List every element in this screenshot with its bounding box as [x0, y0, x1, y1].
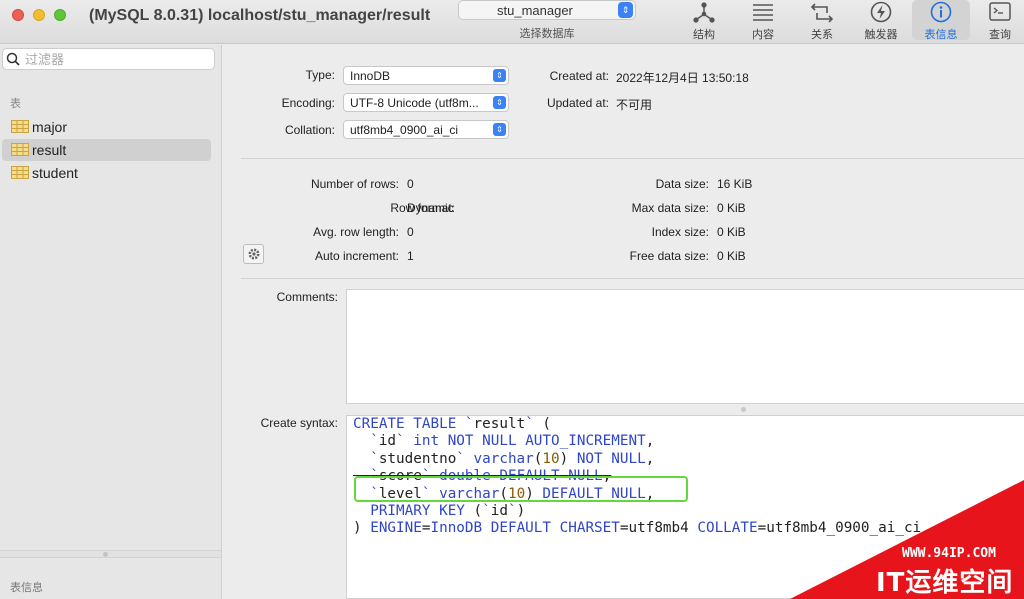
encoding-label: Encoding: [281, 96, 335, 110]
info-icon [912, 1, 970, 25]
toolbar-relations-label: 关系 [811, 29, 833, 41]
toolbar-structure-button[interactable]: 结构 [675, 0, 733, 41]
window-title: (MySQL 8.0.31) localhost/stu_manager/res… [89, 7, 431, 24]
gear-button[interactable] [243, 244, 264, 264]
table-item-name: major [32, 119, 68, 135]
comments-textarea[interactable] [346, 289, 1024, 404]
created-at-label: Created at: [549, 69, 609, 83]
encoding-select[interactable]: UTF-8 Unicode (utf8m... ⇕ [343, 93, 509, 112]
chevron-updown-icon: ⇕ [493, 123, 506, 136]
toolbar-relations-button[interactable]: 关系 [793, 0, 851, 41]
toolbar-query-label: 查询 [989, 29, 1011, 41]
table-item-student[interactable]: student [2, 162, 211, 184]
watermark-name: IT运维空间 [876, 568, 1014, 598]
toolbar-structure-label: 结构 [693, 29, 715, 41]
window-titlebar: (MySQL 8.0.31) localhost/stu_manager/res… [0, 0, 1024, 44]
minimize-window-button[interactable] [33, 9, 45, 21]
filter-field[interactable] [2, 48, 215, 70]
section-divider [241, 158, 1024, 159]
search-icon [6, 52, 20, 69]
table-icon [11, 120, 29, 136]
table-icon [11, 166, 29, 182]
zoom-window-button[interactable] [54, 9, 66, 21]
toolbar-triggers-button[interactable]: 触发器 [852, 0, 910, 41]
collation-label: Collation: [284, 123, 335, 137]
chevron-updown-icon: ⇕ [618, 2, 633, 18]
table-icon [11, 143, 29, 159]
tables-section-title: 表 [10, 98, 21, 110]
split-handle-dot[interactable] [741, 407, 746, 412]
gear-icon [248, 248, 259, 260]
toolbar-query-button[interactable]: 查询 [971, 0, 1024, 41]
comments-label: Comments: [276, 290, 338, 304]
syntax-line: CREATE TABLE `result` ( [353, 416, 552, 432]
data-size-value: 16 KiB [717, 177, 753, 191]
sidebar-split-handle[interactable] [0, 550, 221, 558]
avg-row-length-value: 0 [407, 225, 414, 239]
structure-icon [675, 1, 733, 25]
relations-icon [793, 1, 851, 25]
toolbar-content-label: 内容 [752, 29, 774, 41]
chevron-updown-icon: ⇕ [493, 96, 506, 109]
avg-row-length-label: Avg. row length: [313, 225, 399, 239]
chevron-updown-icon: ⇕ [493, 69, 506, 82]
row-format-value: Dynamic [407, 201, 454, 215]
watermark-url: WWW.94IP.COM [902, 546, 996, 561]
type-label: Type: [305, 68, 335, 82]
sidebar: 表 major result student 表信息 [0, 45, 222, 599]
toolbar-table-info-label: 表信息 [924, 29, 958, 41]
triggers-icon [852, 1, 910, 25]
index-size-label: Index size: [651, 225, 709, 239]
syntax-line: `studentno` varchar(10) NOT NULL, [370, 450, 655, 467]
type-select-value: InnoDB [350, 69, 391, 83]
toolbar-table-info-button[interactable]: 表信息 [912, 0, 970, 41]
data-size-label: Data size: [655, 177, 709, 191]
updated-at-value: 不可用 [616, 98, 653, 112]
database-select[interactable]: stu_manager ⇕ [458, 0, 636, 20]
type-select[interactable]: InnoDB ⇕ [343, 66, 509, 85]
index-size-value: 0 KiB [717, 225, 746, 239]
collation-select-value: utf8mb4_0900_ai_ci [350, 123, 459, 137]
split-handle-dot [103, 552, 108, 557]
close-window-button[interactable] [12, 9, 24, 21]
max-data-size-value: 0 KiB [717, 201, 746, 215]
level-line-highlight [354, 476, 688, 502]
collation-select[interactable]: utf8mb4_0900_ai_ci ⇕ [343, 120, 509, 139]
database-select-value: stu_manager [497, 3, 573, 18]
content-icon [734, 1, 792, 25]
toolbar-triggers-label: 触发器 [864, 29, 898, 41]
table-item-name: student [32, 165, 78, 181]
free-data-size-label: Free data size: [629, 249, 709, 263]
filter-input[interactable] [25, 51, 210, 67]
table-item-name: result [32, 142, 67, 158]
database-select-label: 选择数据库 [519, 28, 575, 40]
table-item-result[interactable]: result [2, 139, 211, 161]
updated-at-label: Updated at: [546, 96, 609, 110]
toolbar-content-button[interactable]: 内容 [734, 0, 792, 41]
rows-label: Number of rows: [310, 177, 399, 191]
encoding-select-value: UTF-8 Unicode (utf8m... [350, 96, 479, 110]
rows-value: 0 [407, 177, 414, 191]
max-data-size-label: Max data size: [631, 201, 709, 215]
auto-increment-label: Auto increment: [314, 249, 399, 263]
syntax-line: `id` int NOT NULL AUTO_INCREMENT, [370, 433, 655, 450]
free-data-size-value: 0 KiB [717, 249, 746, 263]
sidebar-footer-title: 表信息 [10, 582, 43, 594]
table-item-major[interactable]: major [2, 116, 211, 138]
created-at-value: 2022年12月4日 13:50:18 [616, 71, 749, 85]
section-divider [241, 278, 1024, 279]
query-icon [971, 1, 1024, 25]
create-syntax-label: Create syntax: [260, 416, 338, 430]
auto-increment-value: 1 [407, 249, 414, 263]
